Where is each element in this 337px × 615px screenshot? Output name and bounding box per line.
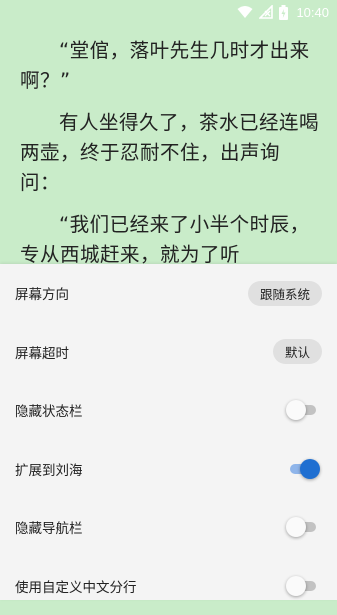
custom-chinese-line-break-toggle[interactable] xyxy=(286,575,320,597)
wifi-icon xyxy=(237,5,253,19)
setting-hide-status-bar[interactable]: 隐藏状态栏 xyxy=(0,381,337,440)
display-settings-sheet: 屏幕方向 跟随系统 屏幕超时 默认 隐藏状态栏 扩展到刘海 隐藏导航栏 使用自定… xyxy=(0,264,337,600)
setting-extend-to-notch[interactable]: 扩展到刘海 xyxy=(0,440,337,499)
setting-label: 隐藏导航栏 xyxy=(15,517,83,537)
reader-paragraph: 有人坐得久了，茶水已经连喝两壶，终于忍耐不住，出声询问： xyxy=(20,108,319,198)
screen-orientation-value-chip[interactable]: 跟随系统 xyxy=(248,281,322,306)
setting-label: 扩展到刘海 xyxy=(15,459,83,479)
no-signal-icon xyxy=(259,5,273,19)
hide-status-bar-toggle[interactable] xyxy=(286,399,320,421)
status-time: 10:40 xyxy=(296,5,329,20)
extend-to-notch-toggle[interactable] xyxy=(286,458,320,480)
battery-charging-icon xyxy=(279,5,288,20)
setting-label: 屏幕方向 xyxy=(15,283,69,303)
reader-content[interactable]: “堂倌，落叶先生几时才出来啊？” 有人坐得久了，茶水已经连喝两壶，终于忍耐不住，… xyxy=(0,24,337,264)
setting-label: 屏幕超时 xyxy=(15,342,69,362)
setting-label: 隐藏状态栏 xyxy=(15,400,83,420)
setting-screen-orientation[interactable]: 屏幕方向 跟随系统 xyxy=(0,264,337,323)
hide-nav-bar-toggle[interactable] xyxy=(286,516,320,538)
setting-hide-nav-bar[interactable]: 隐藏导航栏 xyxy=(0,498,337,557)
screen-timeout-value-chip[interactable]: 默认 xyxy=(273,339,322,364)
setting-screen-timeout[interactable]: 屏幕超时 默认 xyxy=(0,323,337,382)
status-bar: 10:40 xyxy=(0,0,337,24)
setting-custom-chinese-line-break[interactable]: 使用自定义中文分行 xyxy=(0,557,337,615)
reader-paragraph: “堂倌，落叶先生几时才出来啊？” xyxy=(20,36,319,96)
setting-label: 使用自定义中文分行 xyxy=(15,576,137,596)
reader-paragraph: “我们已经来了小半个时辰，专从西城赶来，就为了听 xyxy=(20,210,319,264)
